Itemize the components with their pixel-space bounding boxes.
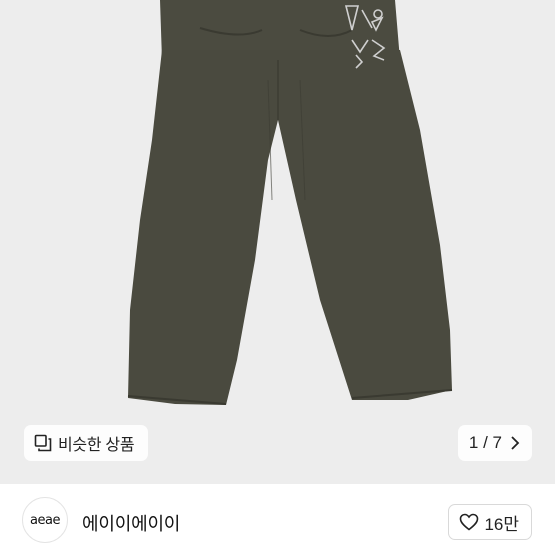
similar-products-button[interactable]: 비슷한 상품 (24, 425, 149, 461)
heart-icon (460, 513, 479, 531)
pager-count: 1 / 7 (468, 433, 502, 452)
similar-products-icon (34, 434, 52, 452)
product-photo-pants (127, 0, 453, 405)
chevron-right-icon (511, 436, 520, 450)
like-count: 16만 (484, 514, 519, 534)
shop-name[interactable]: 에이이에이이 (82, 510, 180, 536)
product-image[interactable]: 비슷한 상품 1 / 7 (0, 0, 555, 484)
similar-products-label: 비슷한 상품 (58, 437, 135, 454)
image-pager[interactable]: 1 / 7 (457, 425, 532, 461)
like-button[interactable]: 16만 (448, 504, 532, 540)
shop-avatar[interactable]: aeae (22, 497, 68, 543)
shop-avatar-text: aeae (30, 512, 60, 528)
